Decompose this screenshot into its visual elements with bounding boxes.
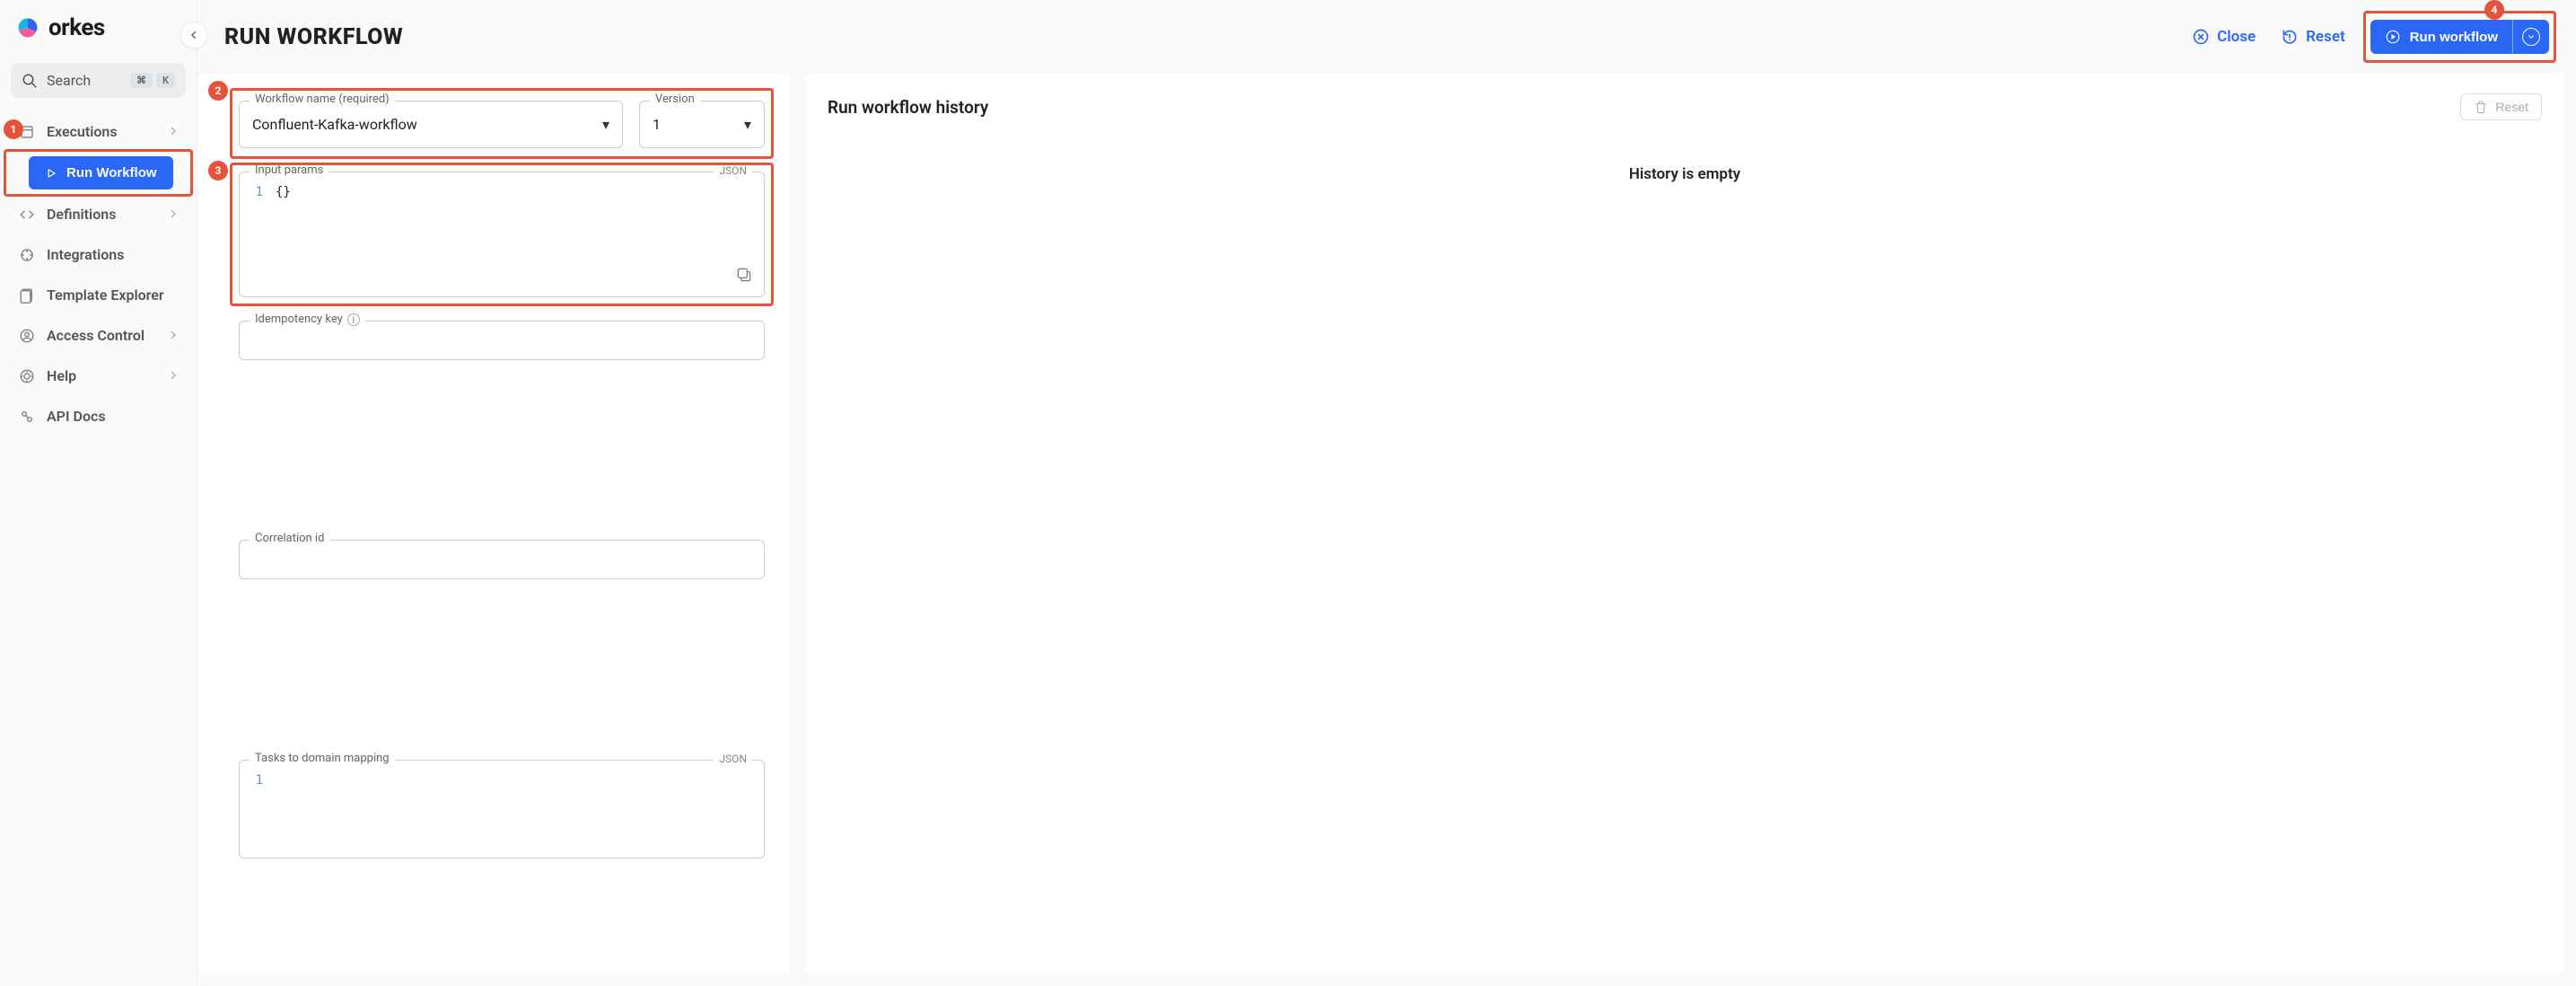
- tasks-domain-label: Tasks to domain mapping: [250, 752, 395, 765]
- sidebar-run-workflow-label: Run Workflow: [66, 165, 157, 180]
- sidebar-item-label: Definitions: [47, 206, 116, 223]
- sidebar-item-api-docs[interactable]: API Docs: [7, 399, 189, 434]
- history-panel: Run workflow history Reset History is em…: [806, 74, 2563, 973]
- sidebar-item-label: Executions: [47, 123, 118, 140]
- close-circle-icon: [2192, 28, 2210, 46]
- run-workflow-button[interactable]: Run workflow: [2370, 20, 2512, 54]
- correlation-input[interactable]: [239, 540, 765, 579]
- version-label: Version: [650, 92, 700, 106]
- play-icon: [45, 167, 57, 180]
- sidebar-item-definitions[interactable]: Definitions: [7, 197, 189, 232]
- tasks-domain-tag: JSON: [714, 753, 752, 765]
- sidebar-item-access-control[interactable]: Access Control: [7, 318, 189, 353]
- history-empty-message: History is empty: [828, 120, 2542, 954]
- chevron-right-icon: [168, 367, 179, 384]
- sidebar-run-workflow-button[interactable]: Run Workflow: [29, 156, 173, 189]
- close-button[interactable]: Close: [2192, 28, 2256, 46]
- chevron-right-icon: [168, 206, 179, 223]
- input-params-editor[interactable]: 1 {}: [239, 172, 765, 297]
- reset-button[interactable]: Reset: [2281, 28, 2345, 46]
- line-number: 1: [250, 773, 263, 788]
- reset-icon: [2281, 28, 2299, 46]
- history-reset-label: Reset: [2495, 100, 2528, 114]
- sidebar-item-executions[interactable]: Executions: [7, 114, 189, 149]
- trash-icon: [2474, 100, 2488, 114]
- sidebar: orkes Search ⌘ K 1 Executions Run Workfl…: [0, 0, 197, 986]
- history-reset-button[interactable]: Reset: [2460, 93, 2542, 120]
- run-workflow-label: Run workflow: [2410, 30, 2498, 45]
- version-field: Version 1 ▾: [639, 101, 765, 148]
- idempotency-input[interactable]: [239, 321, 765, 360]
- history-header: Run workflow history Reset: [828, 93, 2542, 120]
- search-input[interactable]: Search ⌘ K: [11, 63, 186, 98]
- callout-badge-2: 2: [208, 81, 228, 101]
- input-params-tag: JSON: [714, 164, 752, 177]
- callout-badge-3: 3: [208, 161, 228, 180]
- close-label: Close: [2217, 28, 2256, 46]
- search-placeholder: Search: [47, 72, 91, 89]
- sidebar-item-label: Template Explorer: [47, 286, 164, 304]
- main: RUN WORKFLOW Close Reset 4 Run workflow: [197, 0, 2576, 986]
- play-circle-icon: [2385, 29, 2401, 45]
- content: 2 Workflow name (required) Confluent-Kaf…: [197, 74, 2576, 986]
- code-icon: [18, 207, 36, 223]
- sidebar-item-label: Integrations: [47, 246, 124, 263]
- page-title: RUN WORKFLOW: [224, 24, 403, 50]
- input-params-field: Input params JSON 1 {}: [239, 172, 765, 297]
- code-text: {}: [276, 185, 291, 199]
- info-icon[interactable]: i: [347, 313, 360, 326]
- workflow-name-label: Workflow name (required): [250, 92, 395, 106]
- sidebar-item-integrations[interactable]: Integrations: [7, 237, 189, 272]
- chevron-down-circle-icon: [2522, 28, 2540, 46]
- api-docs-icon: [18, 409, 36, 425]
- idempotency-label: Idempotency key i: [250, 313, 365, 326]
- correlation-field: Correlation id: [239, 540, 765, 735]
- chevron-right-icon: [168, 123, 179, 140]
- logo-row: orkes: [7, 14, 189, 52]
- chevron-right-icon: [168, 327, 179, 344]
- header-actions: Close Reset 4 Run workflow: [2192, 20, 2549, 54]
- workflow-name-select[interactable]: Confluent-Kafka-workflow ▾: [239, 101, 623, 148]
- logo-icon: [14, 14, 41, 41]
- reset-label: Reset: [2306, 28, 2345, 46]
- sidebar-item-help[interactable]: Help: [7, 358, 189, 393]
- sidebar-item-label: API Docs: [47, 408, 106, 425]
- chevron-left-icon: [188, 30, 199, 40]
- template-icon: [18, 287, 36, 304]
- copy-icon: [735, 266, 753, 284]
- run-workflow-button-group: Run workflow: [2370, 20, 2549, 54]
- search-icon: [22, 73, 38, 89]
- workflow-name-field: Workflow name (required) Confluent-Kafka…: [239, 101, 623, 148]
- history-title: Run workflow history: [828, 97, 988, 118]
- header: RUN WORKFLOW Close Reset 4 Run workflow: [197, 0, 2576, 74]
- sidebar-item-label: Help: [47, 367, 76, 384]
- brand-name: orkes: [48, 14, 105, 41]
- form-panel: 2 Workflow name (required) Confluent-Kaf…: [197, 74, 790, 973]
- callout-badge-4: 4: [2484, 0, 2504, 20]
- kbd-k: K: [156, 73, 175, 88]
- input-params-label: Input params: [250, 163, 329, 177]
- integrations-icon: [18, 247, 36, 263]
- tasks-domain-field: Tasks to domain mapping JSON 1: [239, 760, 765, 955]
- help-icon: [18, 368, 36, 384]
- workflow-name-value: Confluent-Kafka-workflow: [252, 116, 417, 133]
- idempotency-label-text: Idempotency key: [255, 313, 343, 326]
- caret-down-icon: ▾: [602, 116, 609, 133]
- correlation-label: Correlation id: [250, 532, 329, 545]
- tasks-domain-editor[interactable]: 1: [239, 760, 765, 858]
- copy-button[interactable]: [735, 266, 753, 287]
- access-control-icon: [18, 328, 36, 344]
- version-value: 1: [653, 116, 661, 133]
- sidebar-item-label: Access Control: [47, 327, 145, 344]
- sidebar-item-template-explorer[interactable]: Template Explorer: [7, 277, 189, 313]
- sidebar-collapse-button[interactable]: [180, 22, 207, 48]
- kbd-cmd: ⌘: [130, 73, 153, 88]
- version-select[interactable]: 1 ▾: [639, 101, 765, 148]
- search-shortcut: ⌘ K: [130, 73, 175, 88]
- caret-down-icon: ▾: [744, 116, 751, 133]
- idempotency-field: Idempotency key i: [239, 321, 765, 516]
- run-workflow-dropdown[interactable]: [2512, 20, 2549, 54]
- line-number: 1: [250, 185, 263, 199]
- callout-badge-1: 1: [4, 119, 23, 139]
